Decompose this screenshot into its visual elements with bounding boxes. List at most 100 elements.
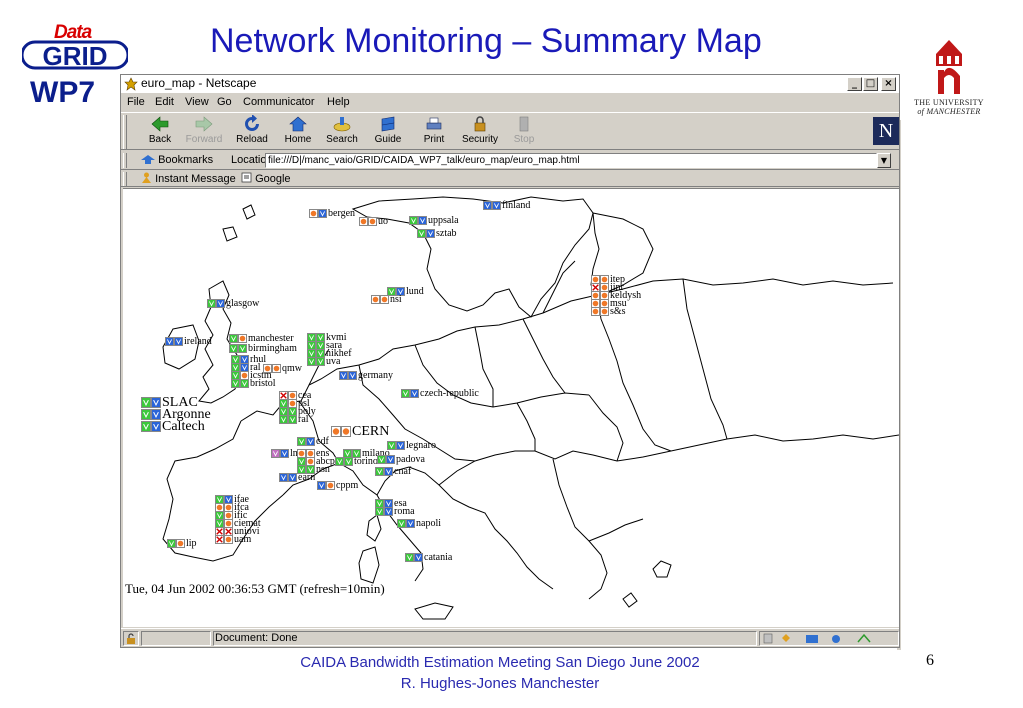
url-input[interactable]: file:///D|/manc_vaio/GRID/CAIDA_WP7_talk… xyxy=(265,153,877,168)
status-square-icon xyxy=(151,409,161,420)
datagrid-wp7-logo: Data GRID WP7 xyxy=(22,22,130,112)
bookmarks-button[interactable]: Bookmarks xyxy=(141,154,213,166)
site-marker-caltech[interactable]: Caltech xyxy=(141,420,205,434)
site-marker-uo[interactable]: uo xyxy=(359,217,388,227)
back-label: Back xyxy=(148,134,172,145)
stop-icon xyxy=(519,116,529,132)
site-marker-bergen[interactable]: bergen xyxy=(309,208,356,219)
site-marker-lip[interactable]: lip xyxy=(167,538,197,549)
forward-button[interactable]: Forward xyxy=(181,115,227,149)
site-marker-cern[interactable]: CERN xyxy=(331,424,390,439)
page-content: bergen uo uppsala sztab finland lund nsi itep ji… xyxy=(123,188,899,627)
site-marker-nsi[interactable]: nsi xyxy=(371,294,402,305)
unlocked-icon xyxy=(127,633,135,644)
status-square-icon xyxy=(271,449,280,458)
site-marker-ral[interactable]: ral xyxy=(279,415,309,425)
status-square-icon xyxy=(409,216,418,225)
site-label: earn xyxy=(298,472,316,483)
url-dropdown-button[interactable]: ▼ xyxy=(877,153,891,168)
mail-icon xyxy=(806,635,818,643)
site-label: bergen xyxy=(328,208,356,219)
site-marker-padova[interactable]: padova xyxy=(377,455,425,465)
site-label: lund xyxy=(406,286,424,297)
status-square-icon xyxy=(344,457,353,466)
site-marker-cnaf[interactable]: cnaf xyxy=(375,466,412,477)
location-grip[interactable] xyxy=(123,153,127,168)
site-marker-catania[interactable]: catania xyxy=(405,553,452,563)
home-button[interactable]: Home xyxy=(275,115,321,149)
menu-edit[interactable]: Edit xyxy=(155,96,174,108)
site-marker-s-s[interactable]: s&s xyxy=(591,307,626,317)
university-of-manchester-logo: THE UNIVERSITY of MANCHESTER xyxy=(904,38,994,120)
site-label: finland xyxy=(502,200,531,211)
menu-view[interactable]: View xyxy=(185,96,209,108)
google-button[interactable]: Google xyxy=(241,172,291,185)
site-marker-birmingham[interactable]: birmingham xyxy=(229,344,297,354)
site-marker-uam[interactable]: uam xyxy=(215,535,251,545)
site-marker-roma[interactable]: roma xyxy=(375,507,415,517)
stop-button[interactable]: Stop xyxy=(501,115,547,149)
menu-file[interactable]: File xyxy=(127,96,145,108)
site-marker-manchester[interactable]: manchester xyxy=(229,334,294,344)
manchester-crest-icon xyxy=(936,40,962,94)
site-marker-napoli[interactable]: napoli xyxy=(397,518,441,529)
site-marker-legnaro[interactable]: legnaro xyxy=(387,441,436,451)
menu-help[interactable]: Help xyxy=(327,96,350,108)
netscape-logo[interactable]: N xyxy=(873,117,899,145)
site-label: bristol xyxy=(250,378,276,389)
status-square-icon xyxy=(317,481,326,490)
toolbar-grip[interactable] xyxy=(123,115,127,149)
back-button[interactable]: Back xyxy=(137,115,183,149)
search-icon xyxy=(333,117,351,132)
status-square-icon xyxy=(216,299,225,308)
site-marker-ireland[interactable]: ireland xyxy=(165,337,212,347)
status-square-icon xyxy=(238,334,247,343)
page-icon xyxy=(241,172,252,183)
site-label: cnaf xyxy=(394,466,412,477)
instant-message-label: Instant Message xyxy=(155,173,236,185)
personal-toolbar: Instant Message Google xyxy=(121,171,899,187)
security-button[interactable]: Security xyxy=(457,115,503,149)
check-icon xyxy=(857,633,871,643)
site-marker-uva[interactable]: uva xyxy=(307,357,340,367)
site-label: napoli xyxy=(416,518,441,529)
search-button[interactable]: Search xyxy=(319,115,365,149)
menu-communicator[interactable]: Communicator xyxy=(243,96,315,108)
footer-line2: R. Hughes-Jones Manchester xyxy=(400,675,600,692)
minimize-button[interactable]: _ xyxy=(847,77,862,91)
site-label: cppm xyxy=(336,480,359,491)
site-marker-earn[interactable]: earn xyxy=(279,472,316,483)
slide-footer: CAIDA Bandwidth Estimation Meeting San D… xyxy=(200,652,800,694)
site-marker-bristol[interactable]: bristol xyxy=(231,378,276,389)
site-marker-cppm[interactable]: cppm xyxy=(317,480,359,491)
window-titlebar[interactable]: euro_map - Netscape _ □ × xyxy=(121,75,899,93)
component-bar xyxy=(759,631,899,646)
site-marker-germany[interactable]: germany xyxy=(339,371,393,381)
site-label: nsi xyxy=(390,294,402,305)
reload-icon xyxy=(245,115,259,131)
navigation-toolbar: Back Forward Reload Home Search Guide Pr… xyxy=(121,112,899,150)
site-marker-torino[interactable]: torino xyxy=(335,457,378,467)
site-marker-finland[interactable]: finland xyxy=(483,200,531,211)
print-button[interactable]: Print xyxy=(411,115,457,149)
reload-button[interactable]: Reload xyxy=(229,115,275,149)
site-marker-cdf[interactable]: cdf xyxy=(297,437,329,447)
maximize-button[interactable]: □ xyxy=(863,77,878,91)
guide-button[interactable]: Guide xyxy=(365,115,411,149)
site-marker-sztab[interactable]: sztab xyxy=(417,229,457,239)
site-marker-czech-republic[interactable]: czech-republic xyxy=(401,389,479,399)
close-button[interactable]: × xyxy=(881,77,896,91)
menu-go[interactable]: Go xyxy=(217,96,232,108)
home-icon xyxy=(289,116,307,132)
site-marker-glasgow[interactable]: glasgow xyxy=(207,299,259,309)
print-label: Print xyxy=(423,134,445,145)
security-label: Security xyxy=(461,134,499,145)
site-label: CERN xyxy=(352,424,390,439)
instant-message-button[interactable]: Instant Message xyxy=(141,172,236,185)
status-square-icon xyxy=(384,507,393,516)
site-marker-uppsala[interactable]: uppsala xyxy=(409,216,459,226)
site-label: lip xyxy=(186,538,197,549)
personal-grip[interactable] xyxy=(123,172,127,186)
status-square-icon xyxy=(375,507,384,516)
security-status-cell[interactable] xyxy=(123,631,139,646)
